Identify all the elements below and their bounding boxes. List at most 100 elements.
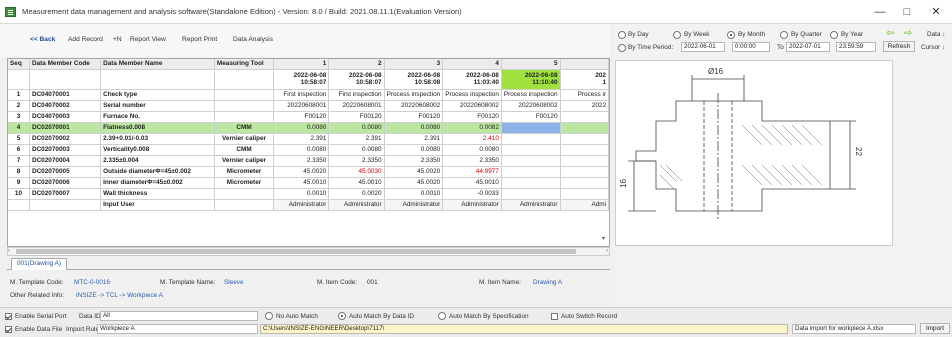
to-time-input[interactable]: 23:59:59 bbox=[836, 42, 876, 52]
data-cell[interactable]: 0.0080 bbox=[384, 144, 444, 156]
by-month-radio[interactable] bbox=[727, 31, 735, 39]
close-button[interactable]: ✕ bbox=[923, 3, 949, 21]
data-cell[interactable]: Process inspection bbox=[384, 89, 444, 101]
data-cell[interactable] bbox=[501, 144, 561, 156]
table-row[interactable]: 9 DC02070006 Inner diameterΦ=45±0.002 Micro… bbox=[8, 177, 609, 189]
record-datetime-header[interactable]: 2022-06-08 10:58:08 bbox=[384, 69, 444, 90]
file-path-input[interactable]: C:\Users\INSIZE-ENGINEER\Desktop\7117\ bbox=[260, 324, 788, 334]
record-number-header[interactable]: 1 bbox=[273, 59, 330, 70]
data-cell[interactable]: F00120 bbox=[384, 111, 444, 123]
data-cell[interactable]: 2.3350 bbox=[384, 155, 444, 167]
data-cell[interactable]: Administrator bbox=[273, 199, 330, 211]
minimize-button[interactable]: — bbox=[867, 3, 893, 21]
arrow-right-icon[interactable]: ⇨ bbox=[904, 28, 912, 39]
no-auto-match-radio[interactable] bbox=[265, 312, 273, 320]
data-cell[interactable]: 0.0082 bbox=[442, 122, 502, 134]
data-cell[interactable] bbox=[501, 177, 561, 189]
data-cell[interactable]: Administrator bbox=[442, 199, 502, 211]
add-n-button[interactable]: +N bbox=[113, 36, 122, 43]
data-cell[interactable] bbox=[501, 188, 561, 200]
table-row[interactable]: Input User Administrator Administrator Admi… bbox=[8, 199, 609, 211]
record-number-header[interactable]: 3 bbox=[384, 59, 444, 70]
data-cell[interactable]: -0.0033 bbox=[442, 188, 502, 200]
data-cell[interactable]: 45.0010 bbox=[273, 177, 330, 189]
horizontal-scrollbar[interactable]: ‹ › bbox=[7, 247, 610, 256]
record-number-header[interactable]: 5 bbox=[501, 59, 561, 70]
import-button[interactable]: Import bbox=[920, 323, 950, 334]
back-button[interactable]: << Back bbox=[30, 36, 55, 43]
data-dropdown[interactable]: Data ↓ bbox=[927, 31, 945, 38]
data-cell[interactable]: 45.0010 bbox=[328, 177, 385, 189]
data-cell[interactable]: Process inspection bbox=[501, 89, 561, 101]
data-cell[interactable]: 0.0010 bbox=[273, 188, 330, 200]
data-cell[interactable]: 0.0080 bbox=[273, 144, 330, 156]
by-time-period-radio[interactable] bbox=[618, 44, 626, 52]
data-cell[interactable] bbox=[560, 133, 609, 145]
table-row[interactable]: 3 DC04070003 Furnace No. F00120 F00120 F00120… bbox=[8, 111, 609, 123]
data-cell[interactable]: 0.0020 bbox=[328, 188, 385, 200]
scroll-down-icon[interactable]: ▾ bbox=[602, 235, 608, 245]
data-cell[interactable]: F00120 bbox=[273, 111, 330, 123]
data-cell[interactable] bbox=[560, 144, 609, 156]
auto-switch-record-checkbox[interactable] bbox=[551, 313, 558, 320]
table-row[interactable]: 7 DC02070004 2.335±0.004 Vernier caliper 2.3… bbox=[8, 155, 609, 167]
table-row[interactable]: 10 DC02070007 Wall thickness 0.0010 0.0020 0.… bbox=[8, 188, 609, 200]
data-cell[interactable] bbox=[560, 155, 609, 167]
data-cell[interactable] bbox=[501, 133, 561, 145]
table-row[interactable]: 2 DC04070002 Serial number 20220608001 20220… bbox=[8, 100, 609, 112]
data-cell[interactable]: 2.3350 bbox=[328, 155, 385, 167]
record-number-header[interactable]: 4 bbox=[442, 59, 502, 70]
report-print-button[interactable]: Report Print bbox=[182, 36, 217, 43]
data-cell[interactable]: 20220608002 bbox=[442, 100, 502, 112]
data-cell[interactable]: 45.0010 bbox=[442, 177, 502, 189]
data-cell[interactable]: 45.0020 bbox=[273, 166, 330, 178]
data-cell[interactable]: 2022 bbox=[560, 100, 609, 112]
data-cell[interactable]: 0.0080 bbox=[273, 122, 330, 134]
data-cell[interactable]: 2.3350 bbox=[273, 155, 330, 167]
data-cell[interactable]: 44.9977 bbox=[442, 166, 502, 178]
data-cell[interactable]: 20220608001 bbox=[273, 100, 330, 112]
record-number-header[interactable] bbox=[560, 59, 609, 70]
data-cell[interactable]: First inspection bbox=[328, 89, 385, 101]
measurement-grid[interactable]: Seq Data Member Code Data Member Name Measu… bbox=[7, 58, 610, 247]
by-year-radio[interactable] bbox=[830, 31, 838, 39]
data-cell[interactable]: 0.0080 bbox=[442, 144, 502, 156]
data-cell[interactable]: 2.410 bbox=[442, 133, 502, 145]
maximize-button[interactable]: □ bbox=[894, 3, 920, 21]
refresh-button[interactable]: Refresh bbox=[883, 41, 915, 52]
data-cell[interactable] bbox=[501, 155, 561, 167]
by-day-radio[interactable] bbox=[618, 31, 626, 39]
data-cell[interactable]: 20220608002 bbox=[384, 100, 444, 112]
record-datetime-header[interactable]: 2022-06-08 11:03:40 bbox=[442, 69, 502, 90]
by-quarter-radio[interactable] bbox=[780, 31, 788, 39]
data-cell[interactable] bbox=[560, 166, 609, 178]
data-cell[interactable]: 0.0080 bbox=[328, 122, 385, 134]
report-view-button[interactable]: Report View bbox=[130, 36, 166, 43]
data-cell[interactable] bbox=[560, 188, 609, 200]
add-record-button[interactable]: Add Record bbox=[68, 36, 103, 43]
data-cell[interactable]: Administrator bbox=[328, 199, 385, 211]
record-number-header[interactable]: 2 bbox=[328, 59, 385, 70]
record-datetime-header[interactable]: 2022-06-08 10:58:07 bbox=[273, 69, 330, 90]
data-cell[interactable]: 2.391 bbox=[384, 133, 444, 145]
data-id-select[interactable]: All bbox=[100, 311, 258, 321]
by-week-radio[interactable] bbox=[673, 31, 681, 39]
from-time-input[interactable]: 0:00:00 bbox=[732, 42, 770, 52]
data-cell[interactable] bbox=[560, 111, 609, 123]
table-row[interactable]: 5 DC02070002 2.39+0.01/-0.03 Vernier calipe… bbox=[8, 133, 609, 145]
data-cell[interactable]: 45.0020 bbox=[384, 177, 444, 189]
data-cell[interactable]: 2.391 bbox=[328, 133, 385, 145]
record-datetime-header[interactable]: 2022-06-08 11:10:40 bbox=[501, 69, 561, 90]
table-row[interactable]: 6 DC02070003 Verticality0.008 CMM 0.0080 0.00… bbox=[8, 144, 609, 156]
data-cell[interactable]: F00120 bbox=[328, 111, 385, 123]
data-cell[interactable]: 2.391 bbox=[273, 133, 330, 145]
table-row[interactable]: 8 DC02070005 Outside diameterΦ=45±0.002 Mic… bbox=[8, 166, 609, 178]
to-date-input[interactable]: 2022-07-01 bbox=[786, 42, 830, 52]
data-cell[interactable]: 45.0020 bbox=[384, 166, 444, 178]
scrollbar-thumb[interactable] bbox=[16, 249, 576, 254]
scroll-left-icon[interactable]: ‹ bbox=[8, 248, 10, 254]
cursor-dropdown[interactable]: Cursor ↓ bbox=[921, 44, 945, 51]
data-cell[interactable]: 2.3350 bbox=[442, 155, 502, 167]
record-datetime-header[interactable]: 202 1 bbox=[560, 69, 609, 90]
data-cell[interactable]: 0.0080 bbox=[384, 122, 444, 134]
